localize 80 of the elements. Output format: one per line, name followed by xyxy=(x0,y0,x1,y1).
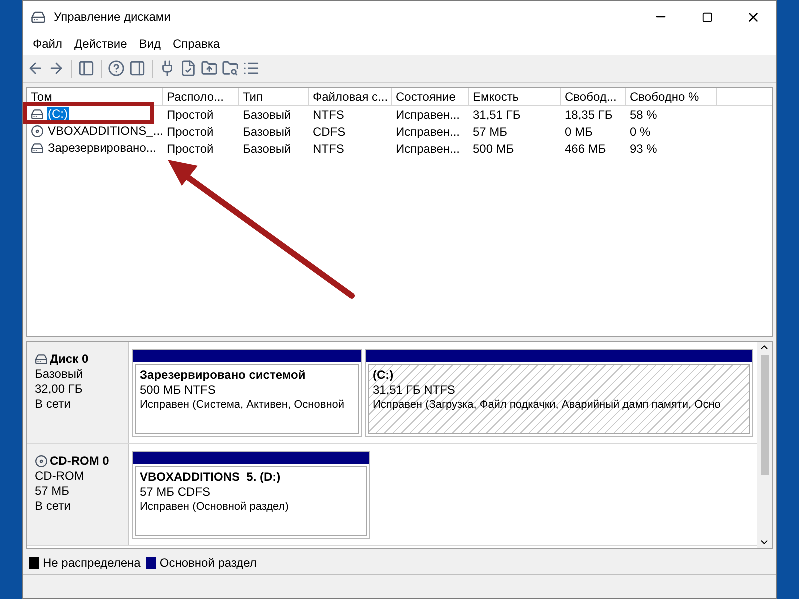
disc-drive-icon xyxy=(35,455,48,468)
table-cell-text: 57 МБ xyxy=(472,124,509,140)
partition-block[interactable]: VBOXADDITIONS_5. (D:) 57 МБ CDFS Исправен (Основной раздел) xyxy=(132,451,370,539)
column-header[interactable]: Располо... xyxy=(163,88,239,105)
partition-title: Зарезервировано системой xyxy=(140,368,307,383)
app-icon xyxy=(31,10,46,24)
table-cell-text: 18,35 ГБ xyxy=(564,106,614,124)
table-cell-text: 31,51 ГБ xyxy=(472,106,522,124)
disc-drive-icon xyxy=(31,125,44,138)
table-cell-text: CDFS xyxy=(312,124,347,140)
back-icon[interactable] xyxy=(27,60,44,77)
table-cell-text: NTFS xyxy=(312,140,346,158)
column-header[interactable]: Свобод... xyxy=(561,88,626,105)
maximize-icon xyxy=(702,12,712,22)
partition-title: VBOXADDITIONS_5. (D:) xyxy=(140,470,282,485)
partition-status: Исправен (Система, Активен, Основной xyxy=(140,398,346,413)
partition-status: Исправен (Загрузка, Файл подкачки, Аварийный дамп памяти, Осно xyxy=(373,398,722,413)
disk-size: 32,00 ГБ xyxy=(35,382,84,397)
folder-search-icon[interactable] xyxy=(222,60,239,77)
forward-icon[interactable] xyxy=(48,60,65,77)
column-header[interactable]: Файловая с... xyxy=(309,88,392,105)
console-tree-icon[interactable] xyxy=(78,60,95,77)
menu-item[interactable]: Вид xyxy=(133,35,167,53)
disk-size: 57 МБ xyxy=(35,484,71,499)
partition-block[interactable]: (C:) 31,51 ГБ NTFS Исправен (Загрузка, Файл подкачки, Аварийный дамп памяти, Осно xyxy=(365,349,753,437)
drive-icon xyxy=(31,142,44,155)
disk-type: Базовый xyxy=(35,367,84,382)
volume-row[interactable]: Зарезервировано... Простой Базовый NTFS Исправен... 500 МБ 466 МБ 93 % xyxy=(27,140,772,157)
table-cell-text: NTFS xyxy=(312,106,346,124)
table-cell-text: Простой xyxy=(166,124,215,140)
legend-label: Не распределена xyxy=(43,554,141,572)
drive-icon xyxy=(35,353,48,366)
table-cell-text: 466 МБ xyxy=(564,140,608,158)
table-cell-text: 93 % xyxy=(629,140,658,158)
partition-size: 31,51 ГБ NTFS xyxy=(373,383,456,398)
table-cell: VBOXADDITIONS_... xyxy=(47,124,164,139)
partition-title: (C:) xyxy=(373,368,395,383)
disk-type: CD-ROM xyxy=(35,469,86,484)
disk-status: В сети xyxy=(35,499,72,514)
column-header[interactable]: Том xyxy=(27,88,163,105)
help-icon[interactable] xyxy=(108,60,125,77)
disk-label-panel[interactable]: Диск 0 Базовый 32,00 ГБ В сети xyxy=(27,342,129,443)
table-cell-text: Простой xyxy=(166,140,215,158)
table-cell-text: Исправен... xyxy=(395,124,462,140)
partition-size: 57 МБ CDFS xyxy=(140,485,212,500)
partition-size: 500 МБ NTFS xyxy=(140,383,217,398)
table-cell-text: 0 % xyxy=(629,124,652,140)
table-cell-text: 0 МБ xyxy=(564,124,594,140)
partition-status: Исправен (Основной раздел) xyxy=(140,500,290,515)
table-cell: Зарезервировано... xyxy=(47,141,158,156)
drive-icon xyxy=(31,108,44,121)
checklist-icon[interactable] xyxy=(180,60,197,77)
volume-row[interactable]: (C:) Простой Базовый NTFS Исправен... 31,51 ГБ 18,35 ГБ 58 % xyxy=(27,106,772,123)
table-cell-text: 58 % xyxy=(629,106,658,124)
action-pane-icon[interactable] xyxy=(129,60,146,77)
column-header[interactable]: Свободно % xyxy=(626,88,717,105)
legend-label: Основной раздел xyxy=(160,554,257,572)
table-cell-text: Базовый xyxy=(242,140,292,158)
properties-icon[interactable] xyxy=(243,60,260,77)
disk-status: В сети xyxy=(35,397,72,412)
menu-item[interactable]: Справка xyxy=(167,35,226,53)
scrollbar[interactable] xyxy=(757,342,772,548)
menu-item[interactable]: Файл xyxy=(27,35,69,53)
disk-name: CD-ROM 0 xyxy=(50,454,110,469)
partition-block[interactable]: Зарезервировано системой 500 МБ NTFS Исправен (Система, Активен, Основной xyxy=(132,349,362,437)
table-cell-text: 500 МБ xyxy=(472,140,516,158)
window-title: Управление дисками xyxy=(54,9,172,26)
folder-up-icon[interactable] xyxy=(201,60,218,77)
table-cell-text: Исправен... xyxy=(395,140,462,158)
column-header[interactable]: Емкость xyxy=(469,88,561,105)
disk-label-panel[interactable]: CD-ROM 0 CD-ROM 57 МБ В сети xyxy=(27,444,129,545)
column-header[interactable]: Тип xyxy=(239,88,309,105)
column-header[interactable]: Состояние xyxy=(392,88,469,105)
table-cell-text: Базовый xyxy=(242,124,292,140)
table-cell-text: Простой xyxy=(166,106,215,124)
menu-item[interactable]: Действие xyxy=(68,35,134,53)
disk-name: Диск 0 xyxy=(50,352,89,367)
table-cell-text: Базовый xyxy=(242,106,292,124)
table-cell-text: Исправен... xyxy=(395,106,462,124)
volume-row[interactable]: VBOXADDITIONS_... Простой Базовый CDFS Исправен... 57 МБ 0 МБ 0 % xyxy=(27,123,772,140)
